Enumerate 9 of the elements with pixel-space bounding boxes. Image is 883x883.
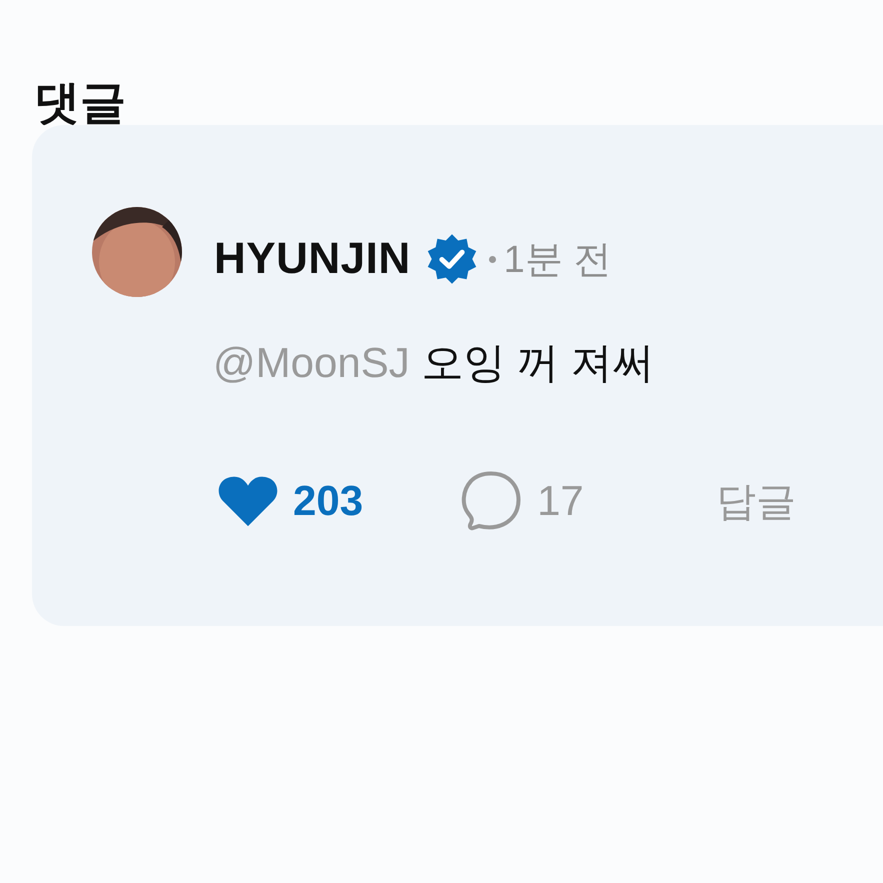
reply-count: 17 — [537, 477, 584, 525]
heart-icon[interactable] — [217, 474, 279, 528]
section-title: 댓글 — [33, 75, 127, 125]
separator-dot — [488, 256, 496, 262]
timestamp: 1분 전 — [504, 238, 612, 282]
speech-bubble-icon[interactable] — [459, 469, 524, 533]
username[interactable]: HYUNJIN — [214, 234, 411, 284]
like-count: 203 — [293, 477, 364, 525]
comment-text: @MoonSJ 오잉 꺼 져써 — [213, 338, 656, 388]
